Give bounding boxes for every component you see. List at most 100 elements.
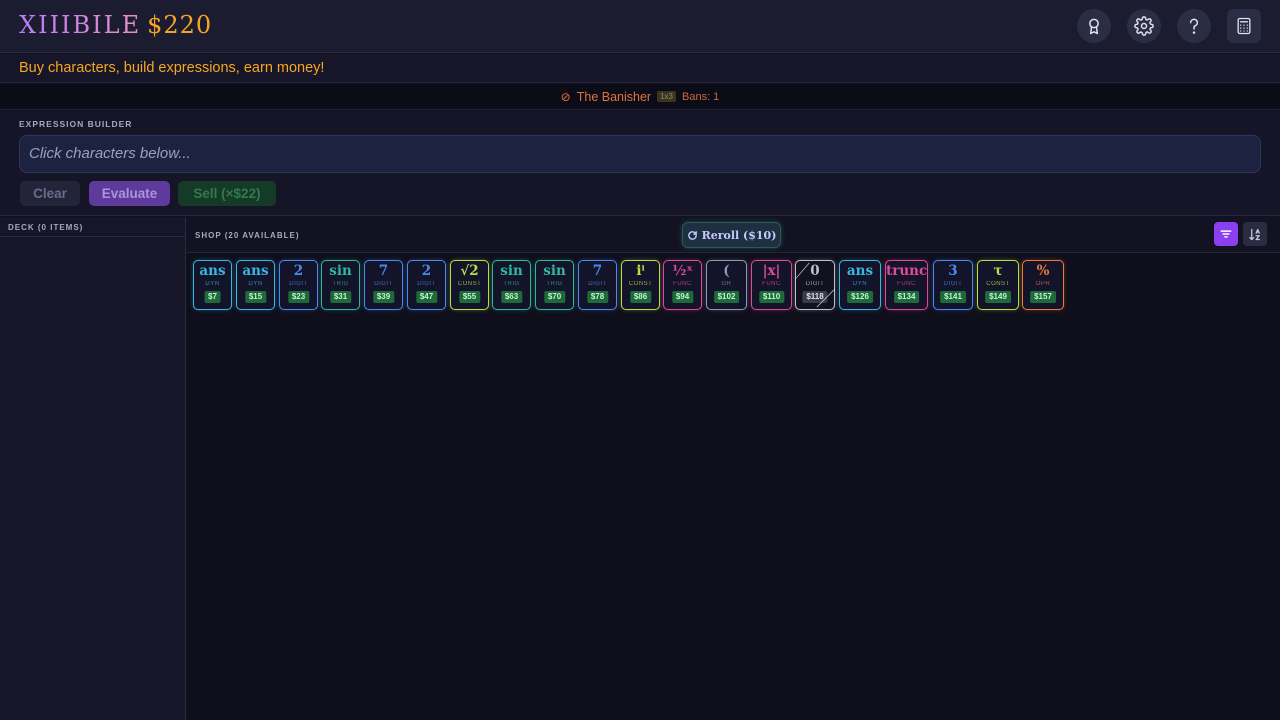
card-price: $149 — [985, 291, 1011, 303]
shop-card[interactable]: 3 DIGIT $141 — [933, 260, 973, 310]
card-type: DYN — [248, 281, 263, 287]
help-icon — [1189, 18, 1199, 34]
card-glyph: 7 — [378, 263, 389, 279]
card-glyph: sin — [329, 263, 352, 279]
shop-card[interactable]: ans DYN $15 — [236, 260, 275, 310]
card-glyph: ans — [242, 263, 269, 279]
shop-card[interactable]: τ CONST $149 — [977, 260, 1019, 310]
card-glyph: ans — [199, 263, 226, 279]
card-glyph: sin — [500, 263, 523, 279]
calculator-icon — [1237, 17, 1251, 35]
shop-card[interactable]: sin TRIG $70 — [535, 260, 574, 310]
card-type: DYN — [205, 281, 220, 287]
card-glyph: ½ˣ — [672, 263, 693, 279]
card-type: DIGIT — [588, 281, 607, 287]
shop-card[interactable]: trunc FUNC $134 — [885, 260, 928, 310]
boss-name: The Banisher — [576, 89, 652, 104]
card-price: $94 — [671, 291, 694, 303]
banned-slash-icon — [796, 262, 834, 308]
card-type: GR — [721, 281, 732, 287]
boss-tag: 1x3 — [657, 91, 676, 102]
card-type: CONST — [628, 281, 653, 287]
card-price: $47 — [415, 291, 438, 303]
sell-button[interactable]: Sell (×$22) — [178, 181, 276, 206]
card-type: FUNC — [762, 281, 781, 287]
card-price: $63 — [500, 291, 523, 303]
reroll-icon — [687, 230, 697, 240]
card-price: $39 — [372, 291, 395, 303]
card-price: $55 — [458, 291, 481, 303]
shop-card[interactable]: ans DYN $7 — [193, 260, 232, 310]
card-glyph: 2 — [293, 263, 304, 279]
card-glyph: trunc — [886, 263, 928, 279]
shop-card[interactable]: sin TRIG $63 — [492, 260, 531, 310]
card-price: $157 — [1030, 291, 1056, 303]
tagline: Buy characters, build expressions, earn … — [0, 54, 1280, 83]
card-glyph: 3 — [948, 263, 958, 279]
deck-panel: DECK (0 ITEMS) — [0, 217, 186, 720]
sort-button[interactable] — [1243, 222, 1267, 246]
card-price: $110 — [758, 291, 785, 303]
card-type: OPR — [1035, 281, 1051, 287]
shop-card[interactable]: % OPR $157 — [1022, 260, 1064, 310]
card-glyph: 7 — [592, 263, 603, 279]
reroll-label: Reroll ($10) — [701, 228, 777, 242]
expression-input[interactable]: Click characters below... — [19, 135, 1261, 173]
card-price: $31 — [329, 291, 352, 303]
card-type: DIGIT — [374, 281, 393, 287]
card-glyph: ans — [846, 263, 874, 279]
card-price: $126 — [847, 291, 873, 303]
builder-label: EXPRESSION BUILDER — [19, 119, 133, 129]
top-bar: XIIIBILE $220 — [0, 0, 1280, 53]
shop-card[interactable]: √2 CONST $55 — [450, 260, 489, 310]
calculator-button[interactable] — [1227, 9, 1261, 43]
card-type: TRIG — [546, 281, 563, 287]
help-button[interactable] — [1177, 9, 1211, 43]
card-price: $70 — [543, 291, 566, 303]
shop-card[interactable]: 7 DIGIT $39 — [364, 260, 403, 310]
card-type: DYN — [852, 281, 868, 287]
app-title: XIIIBILE $220 — [19, 11, 212, 39]
shop-card[interactable]: 0 DIGIT $118 — [795, 260, 835, 310]
clear-button[interactable]: Clear — [20, 181, 80, 206]
shop-card[interactable]: iⁱ CONST $86 — [621, 260, 660, 310]
deck-label: DECK (0 ITEMS) — [8, 223, 84, 232]
shop-label: SHOP (20 AVAILABLE) — [195, 231, 300, 240]
badge-icon — [1089, 18, 1099, 35]
card-price: $23 — [287, 291, 310, 303]
card-price: $102 — [713, 291, 740, 303]
card-glyph: % — [1036, 263, 1050, 279]
card-glyph: ( — [723, 263, 730, 279]
card-glyph: |x| — [762, 263, 781, 279]
ban-icon: ⊘ — [560, 89, 571, 104]
shop-card[interactable]: ( GR $102 — [706, 260, 747, 310]
shop-card[interactable]: 7 DIGIT $78 — [578, 260, 617, 310]
card-type: DIGIT — [289, 281, 308, 287]
card-price: $141 — [940, 291, 966, 303]
deck-header: DECK (0 ITEMS) — [0, 217, 185, 237]
shop-card[interactable]: 2 DIGIT $47 — [407, 260, 446, 310]
card-type: DIGIT — [417, 281, 436, 287]
achievements-button[interactable] — [1077, 9, 1111, 43]
shop-card[interactable]: ans DYN $126 — [839, 260, 881, 310]
reroll-button[interactable]: Reroll ($10) — [682, 222, 781, 248]
shop-card[interactable]: ½ˣ FUNC $94 — [663, 260, 702, 310]
card-glyph: τ — [993, 263, 1003, 279]
card-price: $86 — [629, 291, 652, 303]
shop-card[interactable]: sin TRIG $31 — [321, 260, 360, 310]
shop-card[interactable]: |x| FUNC $110 — [751, 260, 792, 310]
shop-card[interactable]: 2 DIGIT $23 — [279, 260, 318, 310]
settings-button[interactable] — [1127, 9, 1161, 43]
evaluate-button[interactable]: Evaluate — [89, 181, 170, 206]
filter-icon — [1220, 230, 1232, 238]
card-price: $7 — [204, 291, 221, 303]
card-price: $15 — [244, 291, 267, 303]
shop-header: SHOP (20 AVAILABLE) Reroll ($10) — [187, 217, 1280, 253]
filter-button[interactable] — [1214, 222, 1238, 246]
card-glyph: 2 — [421, 263, 432, 279]
card-type: CONST — [457, 281, 482, 287]
card-glyph: √2 — [460, 263, 479, 279]
card-glyph: iⁱ — [636, 263, 645, 279]
card-type: TRIG — [332, 281, 349, 287]
card-type: TRIG — [503, 281, 520, 287]
